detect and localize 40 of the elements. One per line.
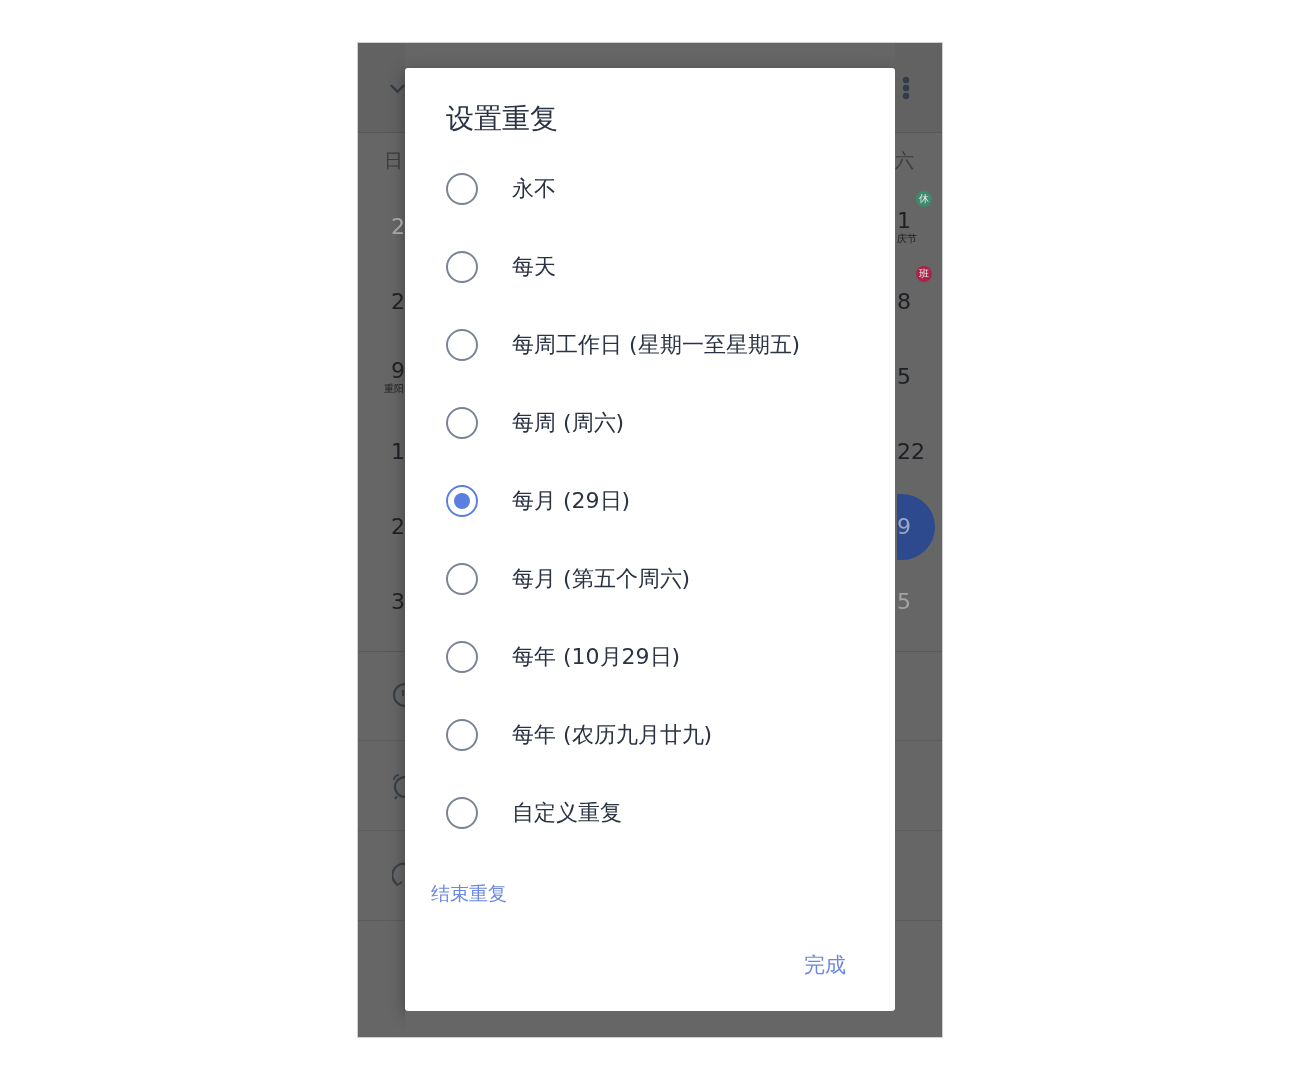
date-number[interactable]: 5 bbox=[897, 589, 942, 614]
holiday-badge: 休 bbox=[916, 191, 932, 207]
dialog-title: 设置重复 bbox=[445, 101, 559, 137]
radio-button[interactable] bbox=[446, 173, 478, 205]
date-number[interactable]: 8 bbox=[897, 289, 942, 314]
end-repeat-link[interactable]: 结束重复 bbox=[431, 881, 507, 907]
date-number[interactable]: 3 bbox=[391, 589, 405, 614]
selected-date-highlight[interactable]: 9 bbox=[897, 493, 935, 560]
radio-button[interactable] bbox=[446, 407, 478, 439]
option-label[interactable]: 每天 bbox=[512, 252, 556, 282]
date-number: 9 bbox=[897, 514, 911, 539]
date-number[interactable]: 2 bbox=[391, 214, 405, 239]
more-options-icon[interactable] bbox=[902, 75, 910, 100]
date-number[interactable]: 2 bbox=[391, 514, 405, 539]
holiday-badge: 班 bbox=[916, 266, 932, 282]
radio-button[interactable] bbox=[446, 563, 478, 595]
option-label[interactable]: 每周工作日 (星期一至星期五) bbox=[512, 330, 801, 360]
option-label[interactable]: 每月 (29日) bbox=[512, 486, 631, 516]
option-label[interactable]: 永不 bbox=[512, 174, 556, 204]
radio-button[interactable] bbox=[446, 797, 478, 829]
option-label[interactable]: 每年 (10月29日) bbox=[512, 642, 681, 672]
option-label[interactable]: 每周 (周六) bbox=[512, 408, 625, 438]
radio-button[interactable] bbox=[446, 329, 478, 361]
option-label[interactable]: 自定义重复 bbox=[512, 798, 622, 828]
date-number[interactable]: 5 bbox=[897, 364, 942, 389]
date-number[interactable]: 9 bbox=[391, 358, 405, 383]
date-number[interactable]: 1 bbox=[897, 208, 942, 233]
date-number[interactable]: 22 bbox=[897, 439, 942, 464]
option-label[interactable]: 每年 (农历九月廿九) bbox=[512, 720, 713, 750]
holiday-label: 庆节 bbox=[897, 232, 918, 245]
alarm-clock-icon bbox=[392, 771, 405, 800]
date-number[interactable]: 1 bbox=[391, 439, 405, 464]
radio-button[interactable] bbox=[446, 719, 478, 751]
clock-icon bbox=[392, 682, 405, 710]
radio-button[interactable] bbox=[446, 641, 478, 673]
radio-button[interactable] bbox=[446, 251, 478, 283]
option-label[interactable]: 每月 (第五个周六) bbox=[512, 564, 691, 594]
radio-button[interactable] bbox=[446, 485, 478, 517]
date-number[interactable]: 2 bbox=[391, 289, 405, 314]
done-button[interactable]: 完成 bbox=[804, 951, 846, 979]
